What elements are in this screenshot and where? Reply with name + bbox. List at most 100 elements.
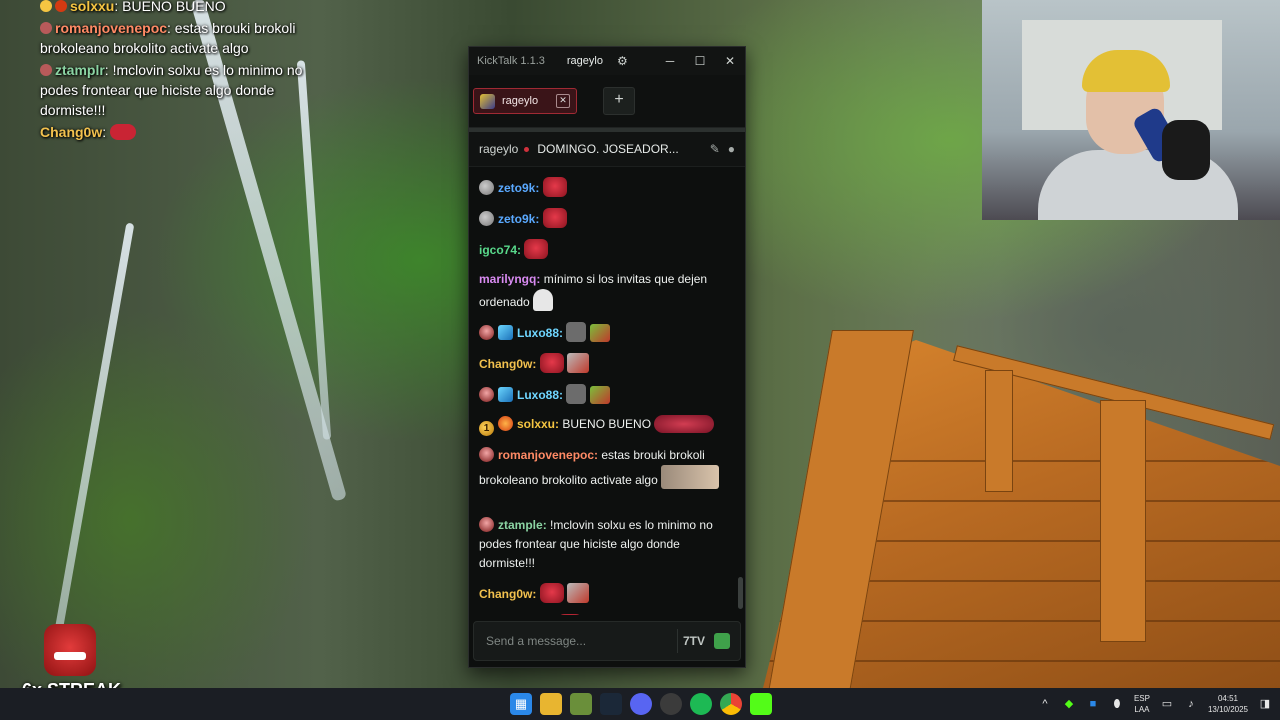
user-icon[interactable]: ●: [728, 142, 735, 156]
rope-emote-icon[interactable]: [567, 583, 590, 603]
chat-message[interactable]: ztample: !mclovin solxu es lo minimo no …: [479, 516, 735, 573]
ghost-emote-icon[interactable]: [533, 289, 554, 311]
kick-icon[interactable]: [750, 693, 772, 715]
window-titlebar[interactable]: KickTalk 1.1.3 rageylo ⚙ ─ ☐ ✕: [469, 47, 745, 75]
defender-icon[interactable]: ■: [1086, 697, 1100, 711]
minimize-icon[interactable]: ─: [655, 54, 685, 68]
chat-username[interactable]: Luxo88: [517, 326, 559, 340]
chat-message[interactable]: zeto9k:: [479, 177, 735, 198]
clock[interactable]: 04:51 13/10/2025: [1208, 693, 1248, 715]
chrome-icon[interactable]: [720, 693, 742, 715]
file-explorer-icon[interactable]: [540, 693, 562, 715]
chat-message[interactable]: 1 solxxu: BUENO BUENO: [479, 415, 735, 436]
cube-badge-icon: [498, 325, 513, 340]
pig-emote-icon[interactable]: [557, 614, 582, 615]
overlay-chat-line: romanjovenepoc: estas brouki brokoli bro…: [40, 18, 340, 58]
kick-emote-icon[interactable]: [714, 633, 730, 649]
streak-emote-icon: [44, 624, 96, 676]
overlay-username: solxxu: [70, 0, 115, 14]
badge-icon: [55, 0, 67, 12]
badge-icon: [40, 22, 52, 34]
system-tray: ^ ◆ ■ ⬮ ESP LAA ▭ ♪ 04:51 13/10/2025 ◨: [1038, 688, 1272, 720]
chat-username[interactable]: zeto9k: [498, 212, 535, 226]
chat-message[interactable]: zeto9k:: [479, 208, 735, 229]
gray-emote-icon[interactable]: [566, 384, 587, 404]
chat-message[interactable]: Luxo88:: [479, 384, 735, 405]
chat-username[interactable]: solxxu: [517, 417, 555, 431]
language-indicator[interactable]: ESP LAA: [1134, 693, 1150, 715]
close-icon[interactable]: ✕: [715, 54, 745, 68]
chat-message[interactable]: Luxo88:: [479, 322, 735, 343]
red-badge-icon: [479, 517, 494, 532]
overlay-message: :: [102, 124, 107, 140]
chat-message[interactable]: Chang0w:: [479, 353, 735, 374]
overlay-message: : BUENO BUENO: [114, 0, 226, 14]
chevron-up-icon[interactable]: ^: [1038, 697, 1052, 711]
stream-title: DOMINGO. JOSEADOR...: [537, 142, 679, 156]
face-emote-icon[interactable]: [661, 465, 720, 489]
security-icon[interactable]: ◆: [1062, 697, 1076, 711]
windows-start-icon[interactable]: ▦: [510, 693, 532, 715]
pig-emote-icon[interactable]: [542, 208, 567, 228]
pig-emote-icon: [110, 124, 137, 140]
notification-icon[interactable]: ◨: [1258, 697, 1272, 711]
app-title: KickTalk 1.1.3: [477, 55, 545, 67]
volume-icon[interactable]: ♪: [1184, 697, 1198, 711]
overlay-chat-line: Chang0w:: [40, 122, 340, 142]
channel-avatar: [480, 93, 495, 109]
overlay-username: Chang0w: [40, 124, 103, 140]
username-colon: :: [532, 587, 537, 601]
overlay-username: romanjovenepoc: [55, 20, 168, 36]
chat-username[interactable]: igco74: [479, 243, 517, 257]
cube-badge-icon: [498, 387, 513, 402]
chat-message[interactable]: marilyngq: mínimo si los invitas que dej…: [479, 270, 735, 312]
discord-icon[interactable]: [630, 693, 652, 715]
spotify-icon[interactable]: [690, 693, 712, 715]
chat-username[interactable]: Chang0w: [479, 587, 532, 601]
chat-username[interactable]: Chang0w: [479, 357, 532, 371]
microphone-icon[interactable]: ⬮: [1110, 697, 1124, 711]
minecraft-icon[interactable]: [570, 693, 592, 715]
add-tab-button[interactable]: +: [603, 87, 635, 115]
pin-icon[interactable]: ✎: [710, 142, 720, 156]
channel-name[interactable]: rageylo: [479, 142, 518, 156]
pig-emote-icon[interactable]: [542, 177, 567, 197]
chat-messages[interactable]: zeto9k: zeto9k: igco74: marilyngq: mínim…: [469, 177, 745, 615]
grey-badge-icon: [479, 211, 494, 226]
leaf-emote-icon[interactable]: [589, 386, 610, 404]
gear-icon[interactable]: ⚙: [617, 54, 628, 68]
railing-post: [1100, 400, 1146, 642]
close-tab-icon[interactable]: ✕: [556, 94, 570, 108]
rope-emote-icon[interactable]: [567, 353, 590, 373]
obs-icon[interactable]: [660, 693, 682, 715]
kicktalk-window: KickTalk 1.1.3 rageylo ⚙ ─ ☐ ✕ rageylo ✕…: [468, 46, 746, 668]
chat-username[interactable]: marilyngq: [479, 272, 536, 286]
pig-emote-icon[interactable]: [539, 353, 564, 373]
railing-post: [985, 370, 1013, 492]
tab-rageylo[interactable]: rageylo ✕: [473, 88, 577, 114]
leaf-emote-icon[interactable]: [589, 324, 610, 342]
7tv-emote-button[interactable]: 7TV: [678, 634, 710, 648]
chat-message[interactable]: klipze:: [479, 614, 735, 615]
chat-message[interactable]: Chang0w:: [479, 583, 735, 604]
lips-emote-icon[interactable]: [654, 415, 715, 433]
red-badge-icon: [479, 447, 494, 462]
maximize-icon[interactable]: ☐: [685, 54, 715, 68]
chat-username[interactable]: ztample: [498, 518, 543, 532]
message-input[interactable]: [474, 633, 677, 649]
taskbar-apps: ▦: [510, 688, 772, 720]
chat-message[interactable]: igco74:: [479, 239, 735, 260]
steam-icon[interactable]: [600, 693, 622, 715]
account-name[interactable]: rageylo: [567, 55, 603, 67]
red-badge-icon: [479, 387, 494, 402]
webcam-feed: [982, 0, 1280, 220]
network-icon[interactable]: ▭: [1160, 697, 1174, 711]
chat-message[interactable]: romanjovenepoc: estas brouki brokoli bro…: [479, 446, 735, 490]
gray-emote-icon[interactable]: [566, 322, 587, 342]
chat-username[interactable]: romanjovenepoc: [498, 448, 594, 462]
pig-emote-icon[interactable]: [524, 239, 549, 259]
chat-username[interactable]: zeto9k: [498, 181, 535, 195]
scrollbar[interactable]: [738, 577, 743, 609]
chat-username[interactable]: Luxo88: [517, 388, 559, 402]
pig-emote-icon[interactable]: [539, 583, 564, 603]
